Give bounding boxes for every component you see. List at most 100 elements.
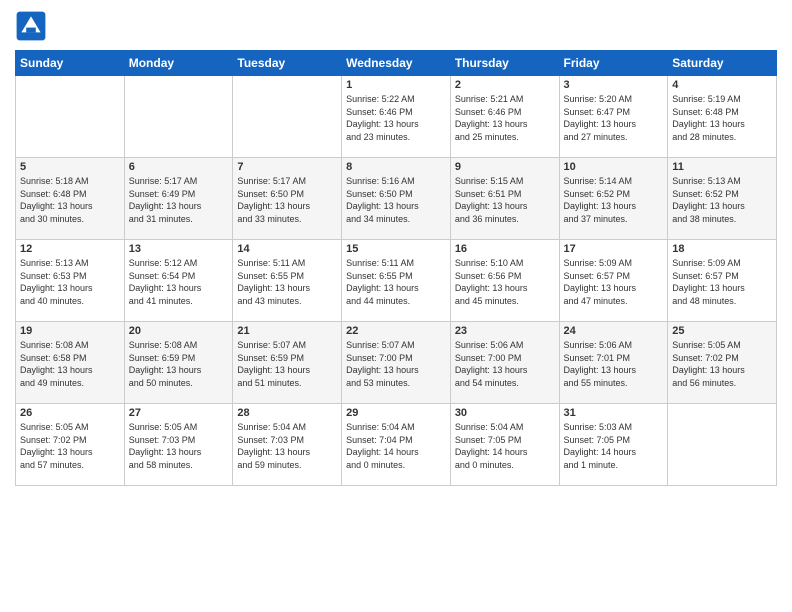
calendar-cell: 1Sunrise: 5:22 AM Sunset: 6:46 PM Daylig…	[342, 76, 451, 158]
day-number: 12	[20, 243, 120, 255]
week-row-4: 19 Sunrise: 5:08 AM Sunset: 6:58 PM Dayli…	[16, 322, 777, 404]
day-header-thursday: Thursday	[450, 51, 559, 76]
day-header-saturday: Saturday	[668, 51, 777, 76]
day-info: Sunrise: 5:09 AM Sunset: 6:57 PM Dayligh…	[564, 257, 664, 307]
calendar-cell: 3 Sunrise: 5:20 AM Sunset: 6:47 PM Daylig…	[559, 76, 668, 158]
day-number: 26	[20, 407, 120, 419]
day-info: Sunrise: 5:12 AM Sunset: 6:54 PM Dayligh…	[129, 257, 229, 307]
day-number: 19	[20, 325, 120, 337]
day-info: Sunrise: 5:11 AM Sunset: 6:55 PM Dayligh…	[346, 257, 446, 307]
day-number: 20	[129, 325, 229, 337]
day-number: 9	[455, 161, 555, 173]
calendar-cell: 23 Sunrise: 5:06 AM Sunset: 7:00 PM Dayli…	[450, 322, 559, 404]
days-header-row: SundayMondayTuesdayWednesdayThursdayFrid…	[16, 51, 777, 76]
calendar-cell: 10 Sunrise: 5:14 AM Sunset: 6:52 PM Dayli…	[559, 158, 668, 240]
day-info: Sunrise: 5:13 AM Sunset: 6:52 PM Dayligh…	[672, 175, 772, 225]
calendar-page: SundayMondayTuesdayWednesdayThursdayFrid…	[0, 0, 792, 496]
calendar-cell: 8 Sunrise: 5:16 AM Sunset: 6:50 PM Daylig…	[342, 158, 451, 240]
day-header-tuesday: Tuesday	[233, 51, 342, 76]
calendar-cell: 6Sunrise: 5:17 AM Sunset: 6:49 PM Daylig…	[124, 158, 233, 240]
calendar-cell: 26 Sunrise: 5:05 AM Sunset: 7:02 PM Dayli…	[16, 404, 125, 486]
day-number: 15	[346, 243, 446, 255]
day-number: 17	[564, 243, 664, 255]
day-number: 21	[237, 325, 337, 337]
calendar-cell: 21 Sunrise: 5:07 AM Sunset: 6:59 PM Dayli…	[233, 322, 342, 404]
calendar-cell	[16, 76, 125, 158]
day-info: Sunrise: 5:17 AM Sunset: 6:49 PM Dayligh…	[129, 175, 229, 225]
day-info: Sunrise: 5:19 AM Sunset: 6:48 PM Dayligh…	[672, 93, 772, 143]
day-header-monday: Monday	[124, 51, 233, 76]
calendar-cell: 18 Sunrise: 5:09 AM Sunset: 6:57 PM Dayli…	[668, 240, 777, 322]
day-info: Sunrise: 5:05 AM Sunset: 7:03 PM Dayligh…	[129, 421, 229, 471]
day-number: 16	[455, 243, 555, 255]
day-info: Sunrise: 5:07 AM Sunset: 7:00 PM Dayligh…	[346, 339, 446, 389]
week-row-5: 26 Sunrise: 5:05 AM Sunset: 7:02 PM Dayli…	[16, 404, 777, 486]
day-info: Sunrise: 5:04 AM Sunset: 7:05 PM Dayligh…	[455, 421, 555, 471]
day-info: Sunrise: 5:09 AM Sunset: 6:57 PM Dayligh…	[672, 257, 772, 307]
week-row-1: 1Sunrise: 5:22 AM Sunset: 6:46 PM Daylig…	[16, 76, 777, 158]
calendar-cell: 31 Sunrise: 5:03 AM Sunset: 7:05 PM Dayli…	[559, 404, 668, 486]
calendar-cell: 11 Sunrise: 5:13 AM Sunset: 6:52 PM Dayli…	[668, 158, 777, 240]
calendar-cell: 25 Sunrise: 5:05 AM Sunset: 7:02 PM Dayli…	[668, 322, 777, 404]
day-number: 3	[564, 79, 664, 91]
day-number: 7	[237, 161, 337, 173]
day-number: 23	[455, 325, 555, 337]
calendar-cell: 24Sunrise: 5:06 AM Sunset: 7:01 PM Dayli…	[559, 322, 668, 404]
day-info: Sunrise: 5:05 AM Sunset: 7:02 PM Dayligh…	[20, 421, 120, 471]
day-number: 11	[672, 161, 772, 173]
day-info: Sunrise: 5:15 AM Sunset: 6:51 PM Dayligh…	[455, 175, 555, 225]
day-info: Sunrise: 5:06 AM Sunset: 7:00 PM Dayligh…	[455, 339, 555, 389]
day-header-friday: Friday	[559, 51, 668, 76]
day-info: Sunrise: 5:10 AM Sunset: 6:56 PM Dayligh…	[455, 257, 555, 307]
day-info: Sunrise: 5:16 AM Sunset: 6:50 PM Dayligh…	[346, 175, 446, 225]
day-number: 8	[346, 161, 446, 173]
logo-icon	[15, 10, 47, 42]
calendar-cell: 30 Sunrise: 5:04 AM Sunset: 7:05 PM Dayli…	[450, 404, 559, 486]
day-info: Sunrise: 5:22 AM Sunset: 6:46 PM Dayligh…	[346, 93, 446, 143]
calendar-cell: 2 Sunrise: 5:21 AM Sunset: 6:46 PM Daylig…	[450, 76, 559, 158]
calendar-cell	[668, 404, 777, 486]
calendar-cell	[233, 76, 342, 158]
day-info: Sunrise: 5:11 AM Sunset: 6:55 PM Dayligh…	[237, 257, 337, 307]
day-number: 18	[672, 243, 772, 255]
calendar-cell: 13 Sunrise: 5:12 AM Sunset: 6:54 PM Dayli…	[124, 240, 233, 322]
calendar-cell: 15 Sunrise: 5:11 AM Sunset: 6:55 PM Dayli…	[342, 240, 451, 322]
day-info: Sunrise: 5:08 AM Sunset: 6:58 PM Dayligh…	[20, 339, 120, 389]
calendar-cell: 5 Sunrise: 5:18 AM Sunset: 6:48 PM Daylig…	[16, 158, 125, 240]
day-header-sunday: Sunday	[16, 51, 125, 76]
day-info: Sunrise: 5:06 AM Sunset: 7:01 PM Dayligh…	[564, 339, 664, 389]
calendar-cell: 28Sunrise: 5:04 AM Sunset: 7:03 PM Dayli…	[233, 404, 342, 486]
calendar-cell: 12 Sunrise: 5:13 AM Sunset: 6:53 PM Dayli…	[16, 240, 125, 322]
calendar-table: SundayMondayTuesdayWednesdayThursdayFrid…	[15, 50, 777, 486]
day-header-wednesday: Wednesday	[342, 51, 451, 76]
day-number: 29	[346, 407, 446, 419]
day-number: 31	[564, 407, 664, 419]
calendar-cell: 27 Sunrise: 5:05 AM Sunset: 7:03 PM Dayli…	[124, 404, 233, 486]
day-number: 10	[564, 161, 664, 173]
day-info: Sunrise: 5:05 AM Sunset: 7:02 PM Dayligh…	[672, 339, 772, 389]
calendar-cell	[124, 76, 233, 158]
day-info: Sunrise: 5:08 AM Sunset: 6:59 PM Dayligh…	[129, 339, 229, 389]
day-info: Sunrise: 5:18 AM Sunset: 6:48 PM Dayligh…	[20, 175, 120, 225]
calendar-cell: 29Sunrise: 5:04 AM Sunset: 7:04 PM Dayli…	[342, 404, 451, 486]
day-number: 25	[672, 325, 772, 337]
calendar-cell: 7Sunrise: 5:17 AM Sunset: 6:50 PM Daylig…	[233, 158, 342, 240]
calendar-cell: 9 Sunrise: 5:15 AM Sunset: 6:51 PM Daylig…	[450, 158, 559, 240]
day-number: 2	[455, 79, 555, 91]
day-info: Sunrise: 5:07 AM Sunset: 6:59 PM Dayligh…	[237, 339, 337, 389]
day-number: 30	[455, 407, 555, 419]
calendar-header	[15, 10, 777, 42]
calendar-cell: 19 Sunrise: 5:08 AM Sunset: 6:58 PM Dayli…	[16, 322, 125, 404]
day-number: 13	[129, 243, 229, 255]
calendar-cell: 16 Sunrise: 5:10 AM Sunset: 6:56 PM Dayli…	[450, 240, 559, 322]
day-info: Sunrise: 5:14 AM Sunset: 6:52 PM Dayligh…	[564, 175, 664, 225]
day-number: 5	[20, 161, 120, 173]
day-number: 27	[129, 407, 229, 419]
day-info: Sunrise: 5:20 AM Sunset: 6:47 PM Dayligh…	[564, 93, 664, 143]
calendar-cell: 14Sunrise: 5:11 AM Sunset: 6:55 PM Dayli…	[233, 240, 342, 322]
calendar-cell: 22Sunrise: 5:07 AM Sunset: 7:00 PM Dayli…	[342, 322, 451, 404]
logo	[15, 10, 51, 42]
day-info: Sunrise: 5:13 AM Sunset: 6:53 PM Dayligh…	[20, 257, 120, 307]
day-info: Sunrise: 5:03 AM Sunset: 7:05 PM Dayligh…	[564, 421, 664, 471]
day-info: Sunrise: 5:21 AM Sunset: 6:46 PM Dayligh…	[455, 93, 555, 143]
